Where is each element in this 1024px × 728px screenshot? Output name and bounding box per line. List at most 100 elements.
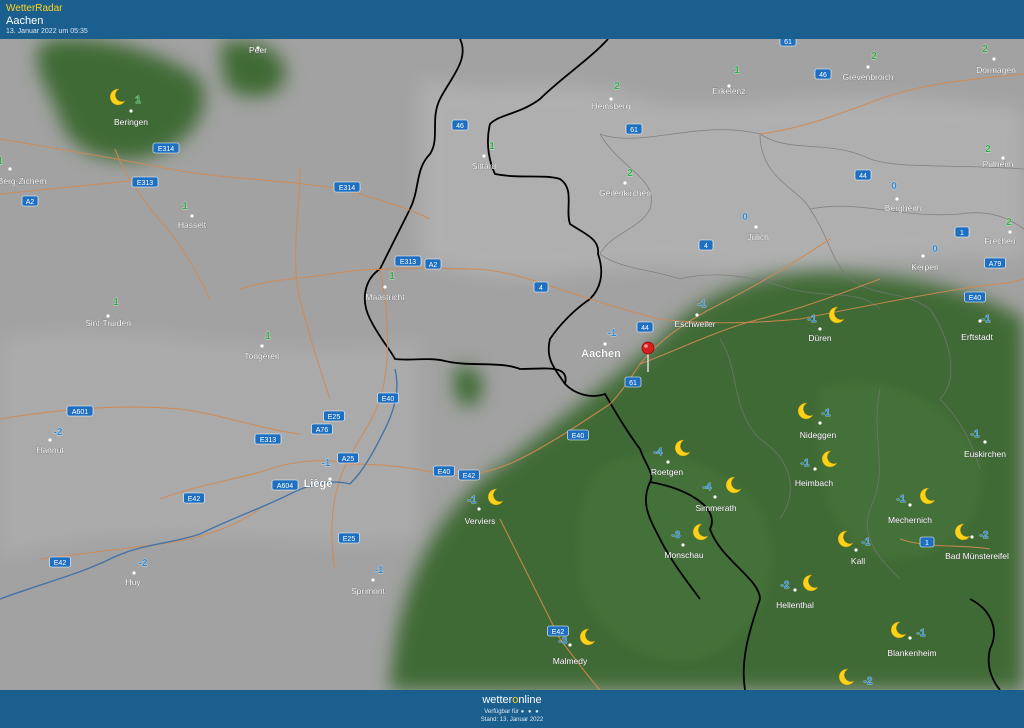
temperature: -4 bbox=[703, 482, 712, 493]
road-badge: 61 bbox=[625, 123, 643, 135]
temperature: -3 bbox=[559, 636, 568, 647]
timestamp: 13. Januar 2022 um 05:35 bbox=[6, 28, 88, 35]
road-badge: E42 bbox=[547, 625, 569, 637]
road-badge: E42 bbox=[49, 556, 71, 568]
temperature: 1 bbox=[182, 201, 188, 212]
temperature: -2 bbox=[864, 676, 873, 687]
temperature: -2 bbox=[980, 530, 989, 541]
app-title: WetterRadar bbox=[6, 3, 63, 14]
city-dot bbox=[1008, 230, 1012, 234]
road-label: 44 bbox=[859, 173, 867, 180]
city-name: Huy bbox=[125, 577, 141, 587]
city-name: Heimbach bbox=[795, 478, 834, 488]
city-name: Dormagen bbox=[976, 65, 1016, 75]
city-dot bbox=[190, 214, 194, 218]
road-badge: E40 bbox=[567, 429, 589, 441]
temperature: 2 bbox=[982, 44, 988, 55]
city-dot bbox=[754, 225, 758, 229]
city-name: Bad Münstereifel bbox=[945, 551, 1009, 561]
temperature: -1 bbox=[375, 565, 384, 576]
platform-icons: ● ● ● bbox=[520, 709, 540, 715]
city-name: Heinsberg bbox=[592, 101, 631, 111]
road-badge: 1 bbox=[954, 226, 970, 238]
city-dot bbox=[695, 313, 699, 317]
city-name: Kerpen bbox=[911, 262, 939, 272]
city-dot bbox=[713, 495, 717, 499]
road-label: A2 bbox=[429, 262, 438, 269]
city-dot bbox=[568, 643, 572, 647]
city-name: Blankenheim bbox=[887, 648, 936, 658]
road-badge: E25 bbox=[323, 410, 345, 422]
temperature: 0 bbox=[742, 212, 748, 223]
city-name: Nideggen bbox=[800, 430, 837, 440]
temperature: 0 bbox=[891, 181, 897, 192]
road-badge: 1 bbox=[919, 536, 935, 548]
road-badge: E42 bbox=[183, 492, 205, 504]
city-name: Beringen bbox=[114, 117, 148, 127]
city-name: Hasselt bbox=[178, 220, 207, 230]
city-dot bbox=[666, 460, 670, 464]
city-name: Erkelenz bbox=[712, 86, 745, 96]
road-badge: A2 bbox=[424, 258, 442, 270]
city-name: Jülich bbox=[747, 232, 769, 242]
road-label: E42 bbox=[188, 496, 201, 503]
city-name: Verviers bbox=[465, 516, 496, 526]
temperature: -1 bbox=[468, 495, 477, 506]
road-badge: A604 bbox=[271, 479, 299, 491]
road-badge: A76 bbox=[311, 423, 333, 435]
map-canvas: 6146E314E313E314A246614441A79A2E313A7644… bbox=[0, 39, 1024, 690]
road-label: E40 bbox=[969, 295, 982, 302]
temperature: -1 bbox=[982, 314, 991, 325]
temperature: -4 bbox=[654, 447, 663, 458]
city-dot bbox=[921, 254, 925, 258]
city-name: Frechen bbox=[984, 236, 1015, 246]
road-label: E313 bbox=[137, 180, 153, 187]
road-label: 61 bbox=[784, 39, 792, 46]
city-dot bbox=[818, 327, 822, 331]
city-dot bbox=[866, 65, 870, 69]
city-name: Maastricht bbox=[365, 292, 405, 302]
road-badge: 44 bbox=[636, 321, 654, 333]
city-name: Euskirchen bbox=[964, 449, 1006, 459]
temperature: 0 bbox=[932, 244, 938, 255]
road-badge: 46 bbox=[814, 68, 832, 80]
city-dot bbox=[793, 588, 797, 592]
road-label: E314 bbox=[158, 146, 174, 153]
city-dot bbox=[260, 344, 264, 348]
temperature: -1 bbox=[322, 458, 331, 469]
road-badge: E313 bbox=[394, 255, 422, 267]
city-dot bbox=[854, 548, 858, 552]
road-label: E314 bbox=[339, 185, 355, 192]
road-label: E313 bbox=[400, 259, 416, 266]
temperature: 1 bbox=[489, 141, 495, 152]
road-label: E40 bbox=[438, 469, 451, 476]
city-dot bbox=[818, 421, 822, 425]
road-label: A79 bbox=[989, 261, 1002, 268]
city-dot bbox=[813, 467, 817, 471]
temperature: -1 bbox=[608, 328, 617, 339]
city-marker[interactable]: Peer bbox=[249, 45, 267, 55]
city-name: Malmedy bbox=[553, 656, 588, 666]
city-name: Grevenbroich bbox=[842, 72, 893, 82]
road-badge: E313 bbox=[131, 176, 159, 188]
temperature: -2 bbox=[139, 558, 148, 569]
road-badge: E313 bbox=[254, 433, 282, 445]
temperature: 2 bbox=[1006, 217, 1012, 228]
city-name: Sprimont bbox=[351, 586, 386, 596]
temperature: -3 bbox=[672, 530, 681, 541]
header-bar: WetterRadar Aachen 13. Januar 2022 um 05… bbox=[0, 0, 1024, 39]
city-name: Hannut bbox=[36, 445, 64, 455]
footer-bar: wetteronline Verfügbar für ● ● ● Stand: … bbox=[0, 690, 1024, 728]
road-badge: E42 bbox=[458, 469, 480, 481]
stand-text: Stand: 13. Januar 2022 bbox=[480, 717, 544, 723]
radar-map[interactable]: 61 46 E314 E313 E314 A2 46 61 44 4 1 A79 A2 E313 A76 4 4… bbox=[0, 39, 1024, 690]
wetteronline-logo[interactable]: wetteronline bbox=[0, 694, 1024, 706]
road-badge: 46 bbox=[451, 119, 469, 131]
city-name: Düren bbox=[808, 333, 831, 343]
city-name: Sint-Truiden bbox=[85, 318, 131, 328]
city-name: Erftstadt bbox=[961, 332, 993, 342]
road-badge: A25 bbox=[337, 452, 359, 464]
city-name: Roetgen bbox=[651, 467, 683, 477]
city-dot bbox=[132, 571, 136, 575]
city-name: Monschau bbox=[664, 550, 703, 560]
